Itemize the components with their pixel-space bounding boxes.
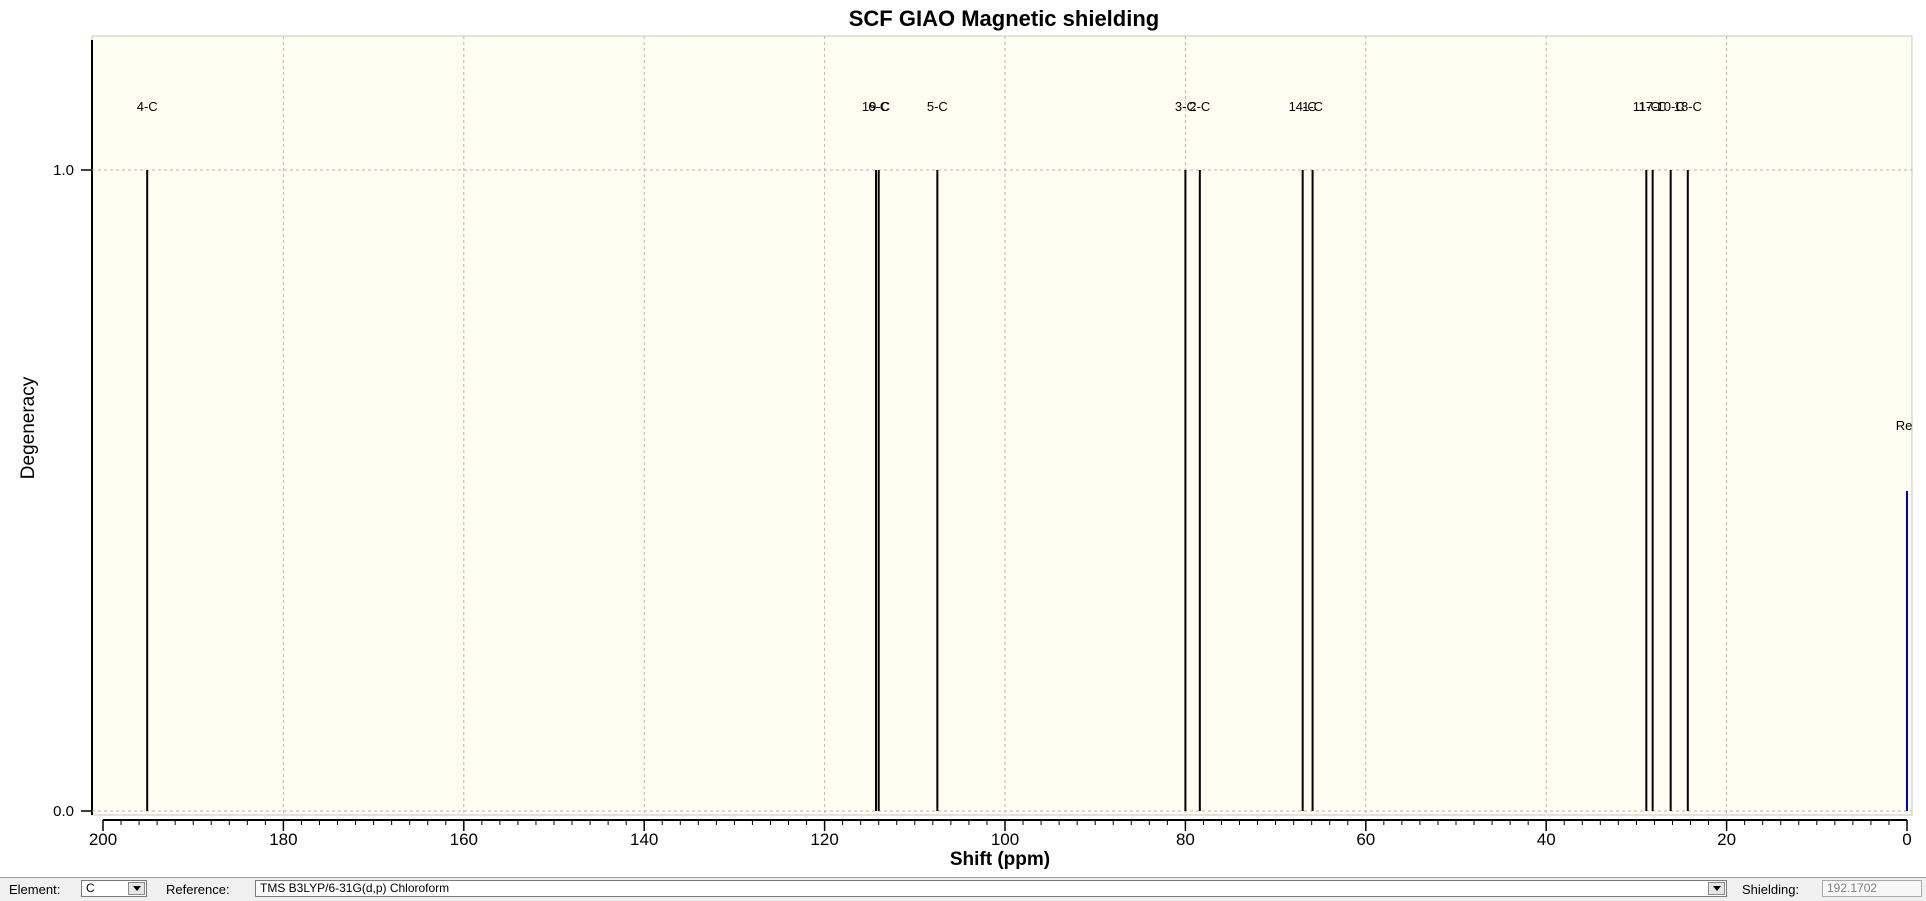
reference-label: Reference:	[166, 882, 230, 897]
plot-background	[91, 35, 1913, 816]
reference-dropdown-button[interactable]	[1708, 882, 1725, 895]
x-tick-label: 40	[1537, 830, 1556, 849]
y-axis-label: Degeneracy	[18, 376, 39, 479]
x-tick-label: 20	[1717, 830, 1736, 849]
shielding-value: 192.1702	[1827, 881, 1878, 895]
reference-peak-label: Re	[1896, 418, 1913, 433]
peak-label: 5-C	[927, 99, 948, 114]
chart-panel: SCF GIAO Magnetic shielding Degeneracy S…	[0, 0, 1926, 878]
x-axis-label: Shift (ppm)	[950, 849, 1050, 870]
plot-area: 200 180 160 140 120 100 80 60 40 20 00.01.04-C 19-C…	[53, 35, 1913, 849]
nmr-spectrum-chart: SCF GIAO Magnetic shielding Degeneracy S…	[18, 6, 1913, 870]
peak-label: 2-C	[1189, 99, 1210, 114]
y-tick-label: 1.0	[53, 162, 74, 179]
x-tick-label: 0	[1902, 830, 1911, 849]
x-tick-label: 80	[1176, 830, 1195, 849]
x-tick-label: 160	[450, 830, 478, 849]
x-tick-label: 120	[810, 830, 838, 849]
x-tick-label: 140	[630, 830, 658, 849]
element-dropdown-button[interactable]	[128, 882, 145, 895]
peak-label: 6-C	[868, 99, 889, 114]
x-tick-label: 200	[89, 830, 117, 849]
reference-select[interactable]: TMS B3LYP/6-31G(d,p) Chloroform	[255, 880, 1727, 897]
x-tick-label: 100	[991, 830, 1019, 849]
chart-title: SCF GIAO Magnetic shielding	[849, 6, 1159, 31]
shielding-label: Shielding:	[1742, 882, 1800, 897]
x-tick-label: 180	[269, 830, 297, 849]
shielding-field: 192.1702	[1822, 880, 1922, 897]
x-tick-label: 60	[1356, 830, 1375, 849]
peak-label: 1-C	[1302, 99, 1323, 114]
element-select[interactable]: C	[81, 880, 147, 897]
element-select-value: C	[86, 881, 95, 895]
reference-select-value: TMS B3LYP/6-31G(d,p) Chloroform	[260, 881, 450, 895]
element-label: Element:	[9, 882, 61, 897]
y-tick-label: 0.0	[53, 803, 74, 820]
chevron-down-icon	[1712, 886, 1721, 891]
chevron-down-icon	[132, 886, 141, 891]
peak-label: 18-C	[1674, 99, 1702, 114]
bottom-toolbar: Element: C Reference: TMS B3LYP/6-31G(d,…	[0, 878, 1926, 901]
peak-label: 4-C	[137, 99, 158, 114]
